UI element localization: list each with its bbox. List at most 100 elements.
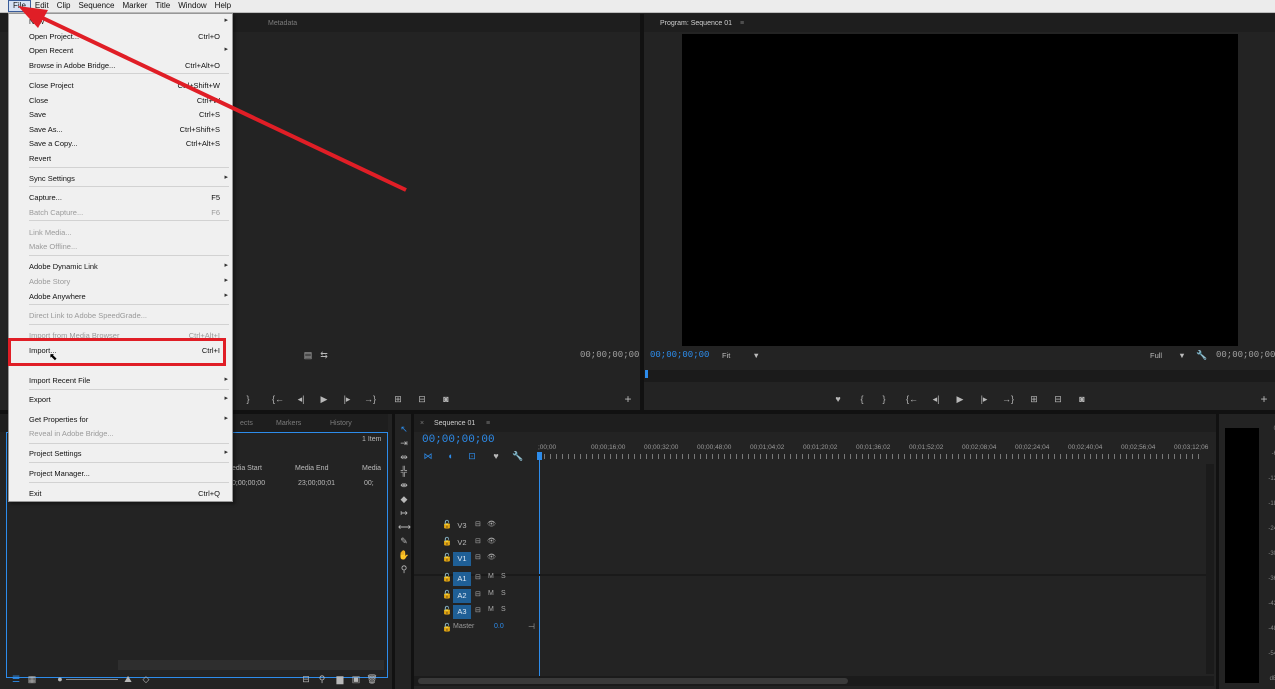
column-media[interactable]: Media	[362, 465, 381, 472]
linked-selection-icon[interactable]: ◖	[444, 451, 456, 461]
wrench-icon[interactable]: 🔧	[1196, 350, 1208, 360]
new-bin-icon[interactable]: ▆	[334, 674, 346, 684]
zoom-slider[interactable]	[66, 679, 118, 680]
timeline-hscrollbar[interactable]	[414, 676, 1214, 686]
playhead-marker[interactable]	[645, 370, 648, 378]
step-forward-icon[interactable]: |▸	[341, 394, 353, 404]
step-back-icon[interactable]: ◂|	[295, 394, 307, 404]
track-target[interactable]: V1	[453, 552, 471, 566]
lock-icon[interactable]: 🔓	[442, 520, 452, 529]
hand-tool-icon[interactable]: ✋	[398, 550, 410, 560]
track-target[interactable]: A2	[453, 588, 471, 603]
time-ruler[interactable]: ;00;00 00;00;16;00 00;00;32;00 00;00;48;00 0…	[538, 442, 1210, 462]
drop-frame-icon[interactable]: ▤	[302, 350, 314, 360]
menu-item-adobe-dynamic-link[interactable]: Adobe Dynamic Link ▸	[9, 261, 232, 273]
go-to-out-icon[interactable]: →}	[1002, 394, 1014, 404]
mute-toggle[interactable]: M	[488, 606, 494, 613]
extract-icon[interactable]: ⊟	[1052, 394, 1064, 404]
mark-out-icon[interactable]: }	[242, 394, 254, 404]
new-item-icon[interactable]: ▣	[350, 674, 362, 684]
sync-lock-icon[interactable]: ⊟	[475, 590, 481, 598]
razor-tool-icon[interactable]: ◆	[398, 494, 410, 504]
track-target[interactable]: V3	[453, 519, 471, 533]
menu-item-adobe-anywhere[interactable]: Adobe Anywhere ▸	[9, 291, 232, 303]
lock-icon[interactable]: 🔓	[442, 590, 452, 599]
menu-item-import-recent-file[interactable]: Import Recent File ▸	[9, 375, 232, 387]
column-media-end[interactable]: Media End	[295, 465, 328, 472]
timeline-vscrollbar[interactable]	[1206, 464, 1214, 674]
rolling-edit-tool-icon[interactable]: ╬	[398, 466, 410, 476]
snap-icon[interactable]: ⋈	[422, 451, 434, 461]
program-timecode-playhead[interactable]: 00;00;00;00	[650, 350, 709, 360]
step-forward-icon[interactable]: |▸	[978, 394, 990, 404]
nest-icon[interactable]: ⊡	[466, 451, 478, 461]
tab-program[interactable]: Program: Sequence 01	[650, 20, 742, 27]
sync-lock-icon[interactable]: ⊟	[475, 520, 481, 528]
settings-slider-icon[interactable]: ⇆	[318, 350, 330, 360]
export-frame-icon[interactable]: ◙	[1076, 394, 1088, 404]
add-marker-icon[interactable]: ♥	[832, 394, 844, 404]
solo-toggle[interactable]: S	[501, 606, 506, 613]
sync-lock-icon[interactable]: ⊟	[475, 537, 481, 545]
resolution-select[interactable]: Full ▼	[1150, 351, 1186, 360]
list-view-icon[interactable]: ☰	[10, 674, 22, 684]
track-target[interactable]: A1	[453, 572, 471, 586]
fit-select[interactable]: Fit ▼	[722, 351, 760, 360]
pen-tool-icon[interactable]: ✎	[398, 536, 410, 546]
go-to-out-icon[interactable]: →}	[364, 394, 376, 404]
track-target[interactable]: V2	[453, 536, 471, 550]
sort-icon[interactable]: ⛰	[122, 674, 134, 684]
automate-icon[interactable]: ◇	[140, 674, 152, 684]
menu-item-project-manager[interactable]: Project Manager...	[9, 468, 232, 480]
zoom-tool-icon[interactable]: ⚲	[398, 564, 410, 574]
lock-icon[interactable]: 🔓	[442, 606, 452, 615]
solo-toggle[interactable]: S	[501, 573, 506, 580]
project-hscrollbar[interactable]	[118, 660, 384, 670]
menu-item-exit[interactable]: Exit Ctrl+Q	[9, 488, 232, 500]
master-volume[interactable]: 0.0	[494, 623, 504, 630]
mark-out-icon[interactable]: }	[878, 394, 890, 404]
tab-effects[interactable]: ects	[230, 420, 263, 427]
mute-toggle[interactable]: M	[488, 573, 494, 580]
eye-icon[interactable]: 👁	[487, 553, 496, 561]
slide-tool-icon[interactable]: ⟷	[398, 522, 411, 532]
step-back-icon[interactable]: ◂|	[930, 394, 942, 404]
go-to-edit-icon[interactable]: ⊣	[528, 622, 535, 631]
insert-icon[interactable]: ⊞	[392, 394, 404, 404]
go-to-in-icon[interactable]: {←	[272, 394, 284, 404]
tab-history[interactable]: History	[320, 420, 362, 427]
go-to-in-icon[interactable]: {←	[906, 394, 918, 404]
menu-item-get-properties-for[interactable]: Get Properties for ▸	[9, 414, 232, 426]
overwrite-icon[interactable]: ⊟	[416, 394, 428, 404]
lock-icon[interactable]: 🔓	[442, 553, 452, 562]
slip-tool-icon[interactable]: ↦	[398, 508, 410, 518]
export-frame-icon[interactable]: ◙	[440, 394, 452, 404]
solo-toggle[interactable]: S	[501, 590, 506, 597]
track-select-tool-icon[interactable]: ⇥	[398, 438, 410, 448]
play-icon[interactable]: ▶	[954, 394, 966, 404]
timeline-timecode[interactable]: 00;00;00;00	[422, 434, 495, 446]
lock-icon[interactable]: 🔓	[442, 573, 452, 582]
sync-lock-icon[interactable]: ⊟	[475, 553, 481, 561]
panel-menu-icon[interactable]: ≡	[730, 20, 754, 27]
scroll-thumb[interactable]	[418, 678, 848, 684]
lock-icon[interactable]: 🔓	[442, 623, 452, 632]
mark-in-icon[interactable]: {	[856, 394, 868, 404]
sync-lock-icon[interactable]: ⊟	[475, 606, 481, 614]
search-icon[interactable]: ⚲	[316, 674, 328, 684]
program-scrubber[interactable]	[644, 370, 1275, 382]
lift-icon[interactable]: ⊞	[1028, 394, 1040, 404]
bin-icon[interactable]: ⊟	[300, 674, 312, 684]
rate-stretch-tool-icon[interactable]: ⇼	[398, 480, 410, 490]
wrench-icon[interactable]: 🔧	[512, 451, 524, 461]
menu-item-export[interactable]: Export ▸	[9, 394, 232, 406]
tab-markers[interactable]: Markers	[266, 420, 311, 427]
add-button-icon[interactable]: +	[1258, 393, 1270, 405]
menu-item-project-settings[interactable]: Project Settings ▸	[9, 448, 232, 460]
add-marker-icon[interactable]: ♥	[490, 451, 502, 461]
play-icon[interactable]: ▶	[318, 394, 330, 404]
eye-icon[interactable]: 👁	[487, 520, 496, 528]
sync-lock-icon[interactable]: ⊟	[475, 573, 481, 581]
ripple-edit-tool-icon[interactable]: ⇹	[398, 452, 410, 462]
icon-view-icon[interactable]: ▦	[26, 674, 38, 684]
